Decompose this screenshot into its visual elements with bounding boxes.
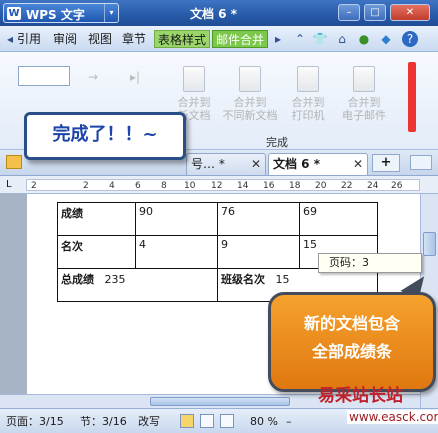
- bubble-line-1: 新的文档包含: [303, 314, 400, 333]
- next-record-icon[interactable]: →: [88, 70, 98, 84]
- web-view-icon[interactable]: [220, 414, 234, 428]
- printer-icon: [297, 66, 319, 92]
- info-bubble: 新的文档包含 全部成绩条: [268, 292, 436, 392]
- section-indicator[interactable]: 节：3/16: [80, 415, 127, 428]
- score-table: 成绩 90 76 69 名次 4 9 15 总成绩 235 班级名次 15: [57, 202, 378, 302]
- wps-window: W WPS 文字 ▾ 文档 6 * – □ ✕ ◂ 引用 审阅 视图 章节 表格…: [0, 0, 438, 433]
- tab-label: 号… *: [191, 157, 225, 171]
- merge-to-printer-label: 合并到 打印机: [291, 96, 325, 122]
- class-rank-label: 班级名次: [221, 273, 265, 286]
- tab-current-doc[interactable]: 文档 6 * ✕: [268, 153, 368, 175]
- ribbon-edge-marker: [408, 62, 416, 132]
- ribbon-group-label: 完成: [266, 136, 288, 149]
- vertical-scroll-thumb[interactable]: [423, 232, 436, 256]
- menu-item-view[interactable]: 视图: [85, 30, 115, 48]
- zoom-out-button[interactable]: –: [286, 415, 292, 428]
- tab-stop-icon[interactable]: L: [6, 179, 12, 190]
- close-icon[interactable]: ✕: [251, 154, 261, 174]
- merge-to-different-docs-button[interactable]: 合并到 不同新文档: [222, 66, 278, 126]
- outline-view-icon[interactable]: [200, 414, 214, 428]
- menu-item-review[interactable]: 审阅: [50, 30, 80, 48]
- menu-item-table-style[interactable]: 表格样式: [154, 30, 211, 48]
- zoom-level[interactable]: 80 %: [250, 415, 278, 428]
- table-cell[interactable]: 76: [217, 202, 300, 236]
- table-cell[interactable]: 69: [299, 202, 378, 236]
- ruler-tick: 12: [211, 181, 223, 191]
- minimize-button[interactable]: –: [338, 4, 360, 21]
- overtype-indicator[interactable]: 改写: [138, 415, 160, 428]
- wps-menu-button[interactable]: W WPS 文字 ▾: [3, 3, 119, 23]
- ruler-tick: 10: [184, 181, 196, 191]
- horizontal-scroll-thumb[interactable]: [150, 397, 290, 406]
- bubble-line-2: 全部成绩条: [311, 342, 392, 361]
- skin-icon[interactable]: 👕: [312, 31, 328, 47]
- menu-item-mail-merge[interactable]: 邮件合并: [212, 30, 269, 48]
- merge-to-email-label: 合并到 电子邮件: [342, 96, 386, 122]
- tab-list-icon[interactable]: [410, 155, 432, 170]
- total-score-label: 总成绩: [61, 273, 94, 286]
- merge-to-different-docs-label: 合并到 不同新文档: [222, 96, 278, 122]
- table-cell[interactable]: 4: [135, 235, 218, 269]
- watermark-site: 易采站长站: [318, 386, 403, 406]
- tab-previous-doc[interactable]: 号… * ✕: [186, 153, 266, 175]
- ruler-tick: 24: [367, 181, 379, 191]
- collapse-ribbon-icon[interactable]: ⌃: [292, 31, 308, 47]
- ruler-tick: 20: [315, 181, 327, 191]
- menu-bar: ◂ 引用 审阅 视图 章节 表格样式 邮件合并 ▸ ⌃ 👕 ⌂ ● ◆ ?: [0, 26, 438, 52]
- table-cell[interactable]: 名次: [57, 235, 136, 269]
- ruler-tick: 2: [31, 181, 37, 191]
- close-icon[interactable]: ✕: [353, 154, 363, 174]
- done-callout: 完成了！！~: [24, 112, 186, 160]
- ruler-tick: 6: [135, 181, 141, 191]
- table-row: 成绩 90 76 69: [57, 202, 378, 236]
- email-icon: [353, 66, 375, 92]
- class-rank-value: 15: [275, 273, 290, 286]
- ruler-tick: 26: [391, 181, 403, 191]
- app-name: WPS 文字: [26, 8, 85, 22]
- merge-to-email-button[interactable]: 合并到 电子邮件: [336, 66, 392, 126]
- ruler-tick: 8: [161, 181, 167, 191]
- table-cell[interactable]: 9: [217, 235, 300, 269]
- record-field[interactable]: [18, 66, 70, 86]
- total-score-value: 235: [104, 273, 126, 286]
- menu-item-chapter[interactable]: 章节: [119, 30, 149, 48]
- ruler: L 2 2 4 6 8 10 12 14 16 18 20 22 24 26: [0, 176, 438, 194]
- help-icon[interactable]: ?: [402, 31, 418, 47]
- total-score-cell[interactable]: 总成绩 235: [57, 268, 218, 302]
- page-number-tooltip: 页码：3: [318, 253, 422, 273]
- menu-item-references[interactable]: 引用: [14, 30, 44, 48]
- menu-scroll-right-icon[interactable]: ▸: [270, 31, 286, 47]
- open-folder-icon[interactable]: [6, 155, 22, 169]
- merge-doc-icon: [183, 66, 205, 92]
- ruler-tick: 14: [237, 181, 249, 191]
- ruler-scale[interactable]: 2 2 4 6 8 10 12 14 16 18 20 22 24 26: [26, 179, 420, 191]
- ruler-tick: 18: [289, 181, 301, 191]
- wps-logo-icon: W: [7, 7, 21, 20]
- new-tab-button[interactable]: +: [372, 154, 400, 172]
- merge-docs-icon: [239, 66, 261, 92]
- watermark-url: www.easck.com: [347, 410, 438, 424]
- community-icon[interactable]: ●: [356, 31, 372, 47]
- window-title: 文档 6 *: [190, 7, 237, 21]
- chevron-down-icon[interactable]: ▾: [104, 4, 118, 22]
- last-record-icon[interactable]: ▸|: [130, 70, 140, 84]
- home-icon[interactable]: ⌂: [334, 31, 350, 47]
- table-cell[interactable]: 90: [135, 202, 218, 236]
- merge-to-printer-button[interactable]: 合并到 打印机: [280, 66, 336, 126]
- tab-label: 文档 6 *: [273, 157, 320, 171]
- sync-icon[interactable]: ◆: [378, 31, 394, 47]
- ruler-tick: 2: [83, 181, 89, 191]
- restore-button[interactable]: □: [364, 4, 386, 21]
- page-indicator[interactable]: 页面：3/15: [6, 415, 64, 428]
- ruler-tick: 16: [263, 181, 275, 191]
- ruler-tick: 4: [109, 181, 115, 191]
- ruler-tick: 22: [341, 181, 353, 191]
- close-button[interactable]: ✕: [390, 4, 430, 21]
- title-bar: W WPS 文字 ▾ 文档 6 * – □ ✕: [0, 0, 438, 26]
- table-cell[interactable]: 成绩: [57, 202, 136, 236]
- page-view-icon[interactable]: [180, 414, 194, 428]
